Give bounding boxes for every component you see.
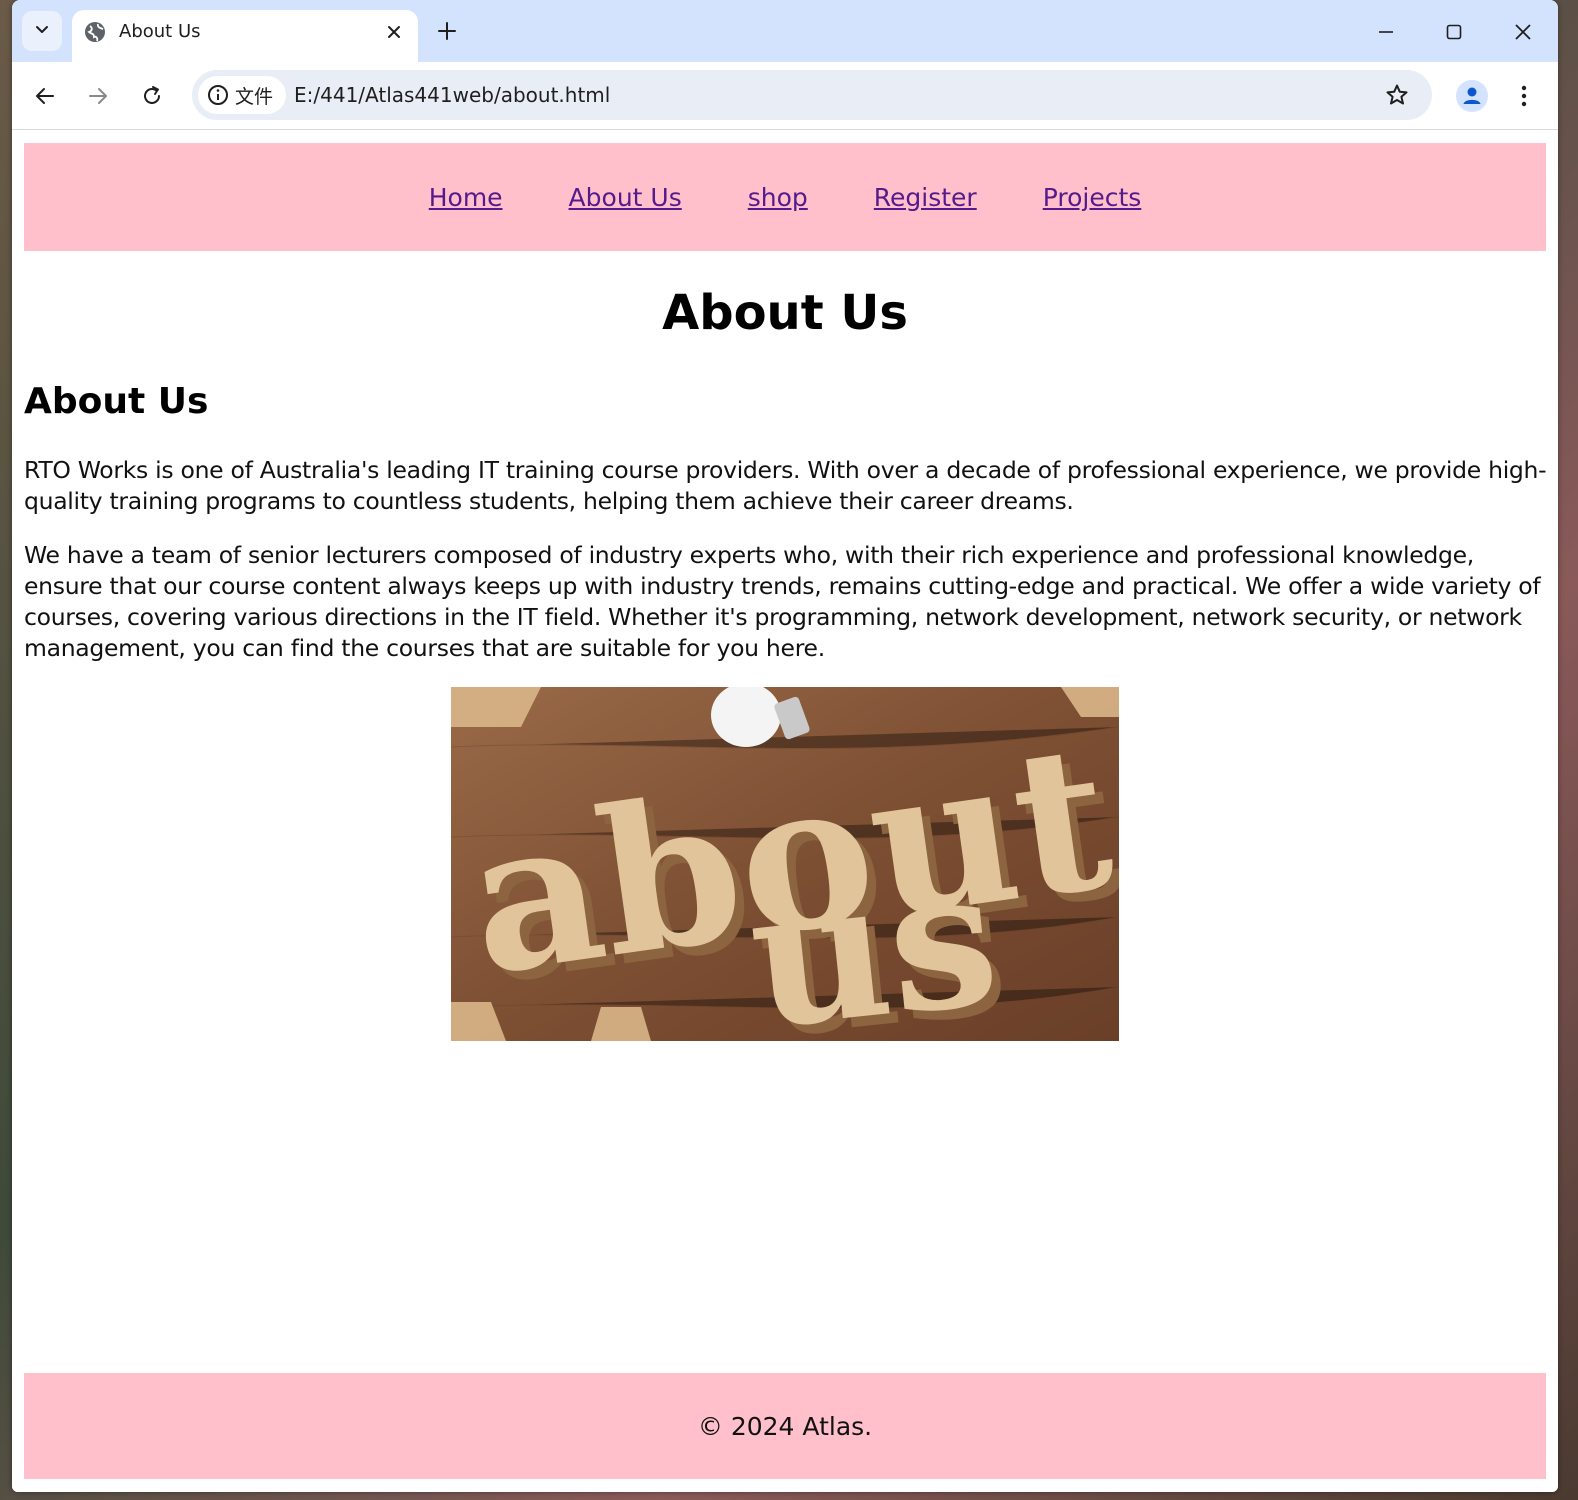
page-viewport: Home About Us shop Register Projects Abo… <box>12 131 1558 1492</box>
url-text[interactable]: E:/441/Atlas441web/about.html <box>294 83 610 107</box>
nav-link-register[interactable]: Register <box>874 183 977 212</box>
page-footer: © 2024 Atlas. <box>24 1373 1546 1479</box>
profile-icon <box>1463 87 1481 104</box>
profile-button[interactable] <box>1456 80 1488 112</box>
section-heading: About Us <box>24 381 209 422</box>
reload-button[interactable] <box>134 78 170 114</box>
maximize-button[interactable] <box>1436 14 1472 50</box>
team-paragraph: We have a team of senior lecturers compo… <box>24 541 1541 662</box>
site-info-label: 文件 <box>235 85 274 108</box>
back-button[interactable] <box>27 78 63 114</box>
site-info-button[interactable]: 文件 <box>198 76 286 114</box>
browser-menu-button[interactable] <box>1512 80 1536 112</box>
image-word-us: us <box>740 824 1007 1041</box>
nav-link-projects[interactable]: Projects <box>1043 183 1142 212</box>
footer-copyright: © 2024 Atlas. <box>697 1411 873 1441</box>
kebab-menu-icon <box>1521 85 1527 107</box>
forward-button[interactable] <box>80 78 116 114</box>
nav-link-shop[interactable]: shop <box>748 183 808 212</box>
tab-strip: About Us <box>12 0 1558 62</box>
close-icon[interactable] <box>382 20 406 44</box>
back-arrow-icon <box>36 88 54 104</box>
browser-window: About Us 文件 E:/441/Atlas441web/about.htm… <box>12 0 1558 1492</box>
minimize-icon <box>1379 31 1393 33</box>
browser-toolbar: 文件 E:/441/Atlas441web/about.html <box>12 62 1558 130</box>
forward-arrow-icon <box>89 88 107 104</box>
about-us-image: about about us us <box>451 687 1119 1041</box>
nav-link-about-us[interactable]: About Us <box>569 183 682 212</box>
bookmark-button[interactable] <box>1382 80 1412 110</box>
chevron-down-icon <box>34 21 50 42</box>
plus-icon <box>438 22 456 40</box>
close-window-button[interactable] <box>1505 14 1541 50</box>
tab-search-button[interactable] <box>22 11 62 51</box>
new-tab-button[interactable] <box>432 16 462 46</box>
address-bar[interactable]: 文件 E:/441/Atlas441web/about.html <box>192 70 1432 120</box>
star-icon <box>1386 84 1408 105</box>
active-tab[interactable]: About Us <box>72 10 418 62</box>
site-navigation: Home About Us shop Register Projects <box>24 143 1546 251</box>
page-title: About Us <box>662 285 908 341</box>
globe-icon <box>84 21 106 43</box>
maximize-icon <box>1446 24 1462 40</box>
reload-icon <box>144 86 160 104</box>
info-icon <box>208 85 228 105</box>
close-icon <box>1515 24 1531 40</box>
nav-link-home[interactable]: Home <box>429 183 503 212</box>
tab-title: About Us <box>119 21 201 42</box>
minimize-button[interactable] <box>1368 14 1404 50</box>
intro-paragraph: RTO Works is one of Australia's leading … <box>24 456 1547 515</box>
